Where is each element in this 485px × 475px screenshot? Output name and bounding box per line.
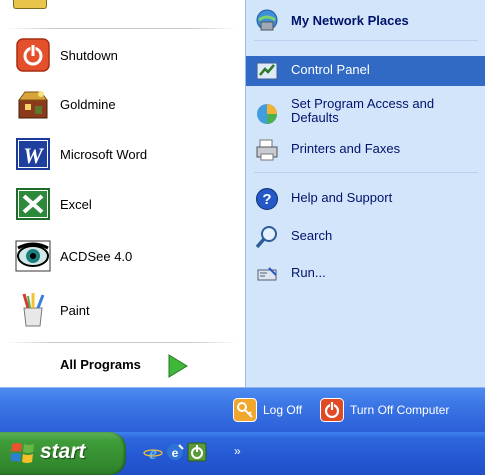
taskbar: start e e » xyxy=(0,432,485,475)
control-panel[interactable]: Control Panel xyxy=(246,56,485,86)
program-excel[interactable]: Excel xyxy=(0,182,245,228)
left-pane: Shutdown Goldmine W Microsoft Word Excel… xyxy=(0,0,245,387)
right-item-label: Search xyxy=(291,228,333,243)
separator xyxy=(254,172,478,173)
svg-text:e: e xyxy=(149,443,157,462)
right-item-label: Printers and Faxes xyxy=(291,141,401,156)
windows-logo-icon xyxy=(11,443,34,463)
menu-bottom-bar: Log Off Turn Off Computer xyxy=(0,387,485,433)
log-off-label: Log Off xyxy=(263,403,303,417)
outlook-express-icon[interactable]: e xyxy=(165,442,185,462)
network-places-icon xyxy=(256,9,278,31)
search[interactable]: Search xyxy=(246,222,485,252)
help-and-support[interactable]: ? Help and Support xyxy=(246,184,485,214)
start-label: start xyxy=(40,440,86,463)
turn-off-label: Turn Off Computer xyxy=(350,403,450,417)
program-label: Paint xyxy=(60,303,90,318)
run-icon xyxy=(257,267,277,281)
right-item-label: Set Program Access and Defaults xyxy=(291,97,434,125)
program-label: Shutdown xyxy=(60,48,118,63)
chevron-right-icon[interactable]: » xyxy=(234,444,241,458)
right-item-label: Control Panel xyxy=(291,62,370,77)
program-goldmine[interactable]: Goldmine xyxy=(0,82,245,128)
key-icon xyxy=(233,398,257,422)
shutdown-icon xyxy=(16,38,50,72)
separator xyxy=(6,342,238,343)
set-program-access-and-defaults[interactable]: Set Program Access and Defaults xyxy=(246,96,485,130)
right-pane: My Network Places Control Panel Set Prog… xyxy=(245,0,485,387)
program-acdsee[interactable]: ACDSee 4.0 xyxy=(0,234,245,280)
shutdown-icon[interactable] xyxy=(187,442,207,462)
program-access-icon xyxy=(257,104,277,124)
printers-and-faxes[interactable]: Printers and Faxes xyxy=(246,135,485,165)
label-line-2: Defaults xyxy=(291,110,339,125)
folder-icon xyxy=(13,0,47,9)
paint-icon xyxy=(22,293,45,327)
program-label: Excel xyxy=(60,197,92,212)
my-network-places[interactable]: My Network Places xyxy=(246,5,485,35)
right-item-label: Run... xyxy=(291,265,326,280)
pinned-program-partial[interactable] xyxy=(0,0,245,12)
start-button[interactable]: start xyxy=(0,432,126,475)
label-line-1: Set Program Access and xyxy=(291,96,435,111)
program-label: Microsoft Word xyxy=(60,147,148,162)
search-icon xyxy=(255,226,277,249)
goldmine-icon xyxy=(18,91,48,119)
separator xyxy=(6,28,238,29)
right-item-label: My Network Places xyxy=(291,13,409,28)
svg-text:e: e xyxy=(172,446,179,460)
separator xyxy=(254,40,478,41)
acdsee-icon xyxy=(15,240,51,272)
word-icon: W xyxy=(16,138,50,170)
svg-text:?: ? xyxy=(262,191,271,208)
program-microsoft-word[interactable]: W Microsoft Word xyxy=(0,132,245,178)
program-label: Goldmine xyxy=(60,97,116,112)
excel-icon xyxy=(16,188,50,220)
right-item-label: Help and Support xyxy=(291,190,393,205)
control-panel-icon xyxy=(256,62,278,80)
all-programs-button[interactable]: All Programs xyxy=(0,345,245,383)
svg-text:W: W xyxy=(23,143,44,168)
power-icon xyxy=(320,398,344,422)
green-arrow-icon xyxy=(168,354,188,378)
program-shutdown[interactable]: Shutdown xyxy=(0,33,245,79)
program-label: ACDSee 4.0 xyxy=(60,249,133,264)
program-paint[interactable]: Paint xyxy=(0,288,245,334)
start-menu: Shutdown Goldmine W Microsoft Word Excel… xyxy=(0,0,485,433)
internet-explorer-icon[interactable]: e xyxy=(143,442,163,462)
run[interactable]: Run... xyxy=(246,259,485,289)
all-programs-label: All Programs xyxy=(60,357,141,372)
printer-icon xyxy=(256,139,278,161)
help-icon: ? xyxy=(256,188,278,210)
